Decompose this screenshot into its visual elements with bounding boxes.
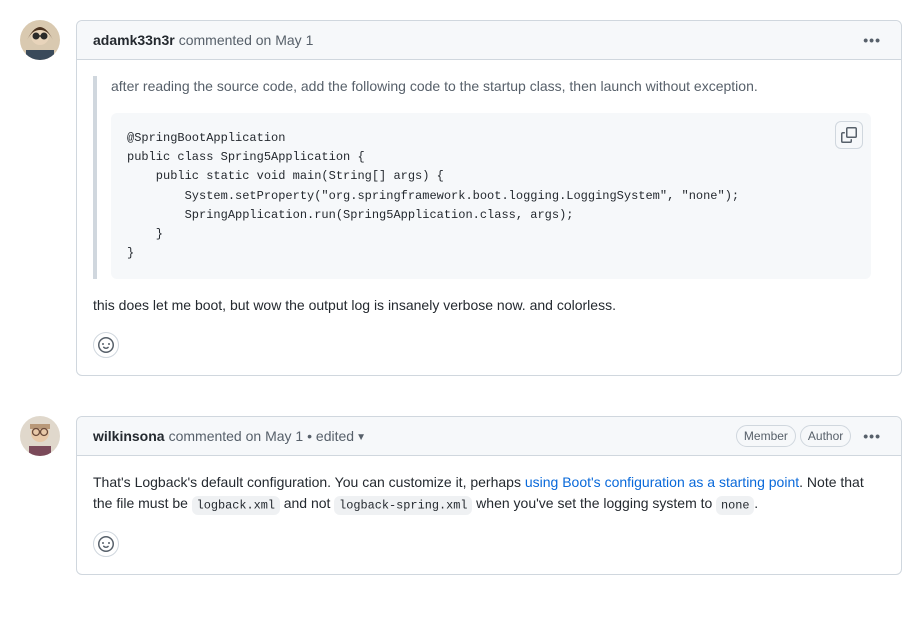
comment-body: That's Logback's default configuration. … xyxy=(77,456,901,574)
config-link[interactable]: using Boot's configuration as a starting… xyxy=(525,474,799,490)
comment-box: wilkinsona commented on May 1 • edited▼ … xyxy=(76,416,902,575)
body-text: That's Logback's default configuration. … xyxy=(93,472,885,515)
edited-label[interactable]: edited xyxy=(316,428,354,444)
add-reaction-button[interactable] xyxy=(93,332,119,358)
comment-box: adamk33n3r commented on May 1 ••• after … xyxy=(76,20,902,376)
inline-code: logback.xml xyxy=(192,496,280,515)
timestamp-link[interactable]: on May 1 xyxy=(256,32,314,48)
code-content: @SpringBootApplication public class Spri… xyxy=(111,113,871,279)
copy-icon xyxy=(841,127,857,143)
comment-item: wilkinsona commented on May 1 • edited▼ … xyxy=(20,416,902,575)
comment-body: after reading the source code, add the f… xyxy=(77,60,901,375)
comment-actions-menu[interactable]: ••• xyxy=(859,423,885,449)
comment-header: wilkinsona commented on May 1 • edited▼ … xyxy=(77,417,901,456)
smiley-icon xyxy=(98,337,114,353)
username-link[interactable]: wilkinsona xyxy=(93,428,165,444)
quote-block: after reading the source code, add the f… xyxy=(93,76,885,279)
avatar[interactable] xyxy=(20,416,60,456)
comment-actions-menu[interactable]: ••• xyxy=(859,27,885,53)
chevron-down-icon[interactable]: ▼ xyxy=(356,432,366,443)
comment-header: adamk33n3r commented on May 1 ••• xyxy=(77,21,901,60)
comment-meta: commented on May 1 xyxy=(179,32,314,48)
username-link[interactable]: adamk33n3r xyxy=(93,32,175,48)
timestamp-link[interactable]: on May 1 xyxy=(246,428,304,444)
body-text: this does let me boot, but wow the outpu… xyxy=(93,295,885,316)
add-reaction-button[interactable] xyxy=(93,531,119,557)
quote-text: after reading the source code, add the f… xyxy=(111,76,871,97)
comment-meta: commented on May 1 • edited▼ xyxy=(169,428,366,444)
avatar[interactable] xyxy=(20,20,60,60)
reactions-bar xyxy=(93,332,885,359)
inline-code: none xyxy=(716,496,754,515)
author-badge: Author xyxy=(800,425,851,447)
copy-button[interactable] xyxy=(835,121,863,149)
inline-code: logback-spring.xml xyxy=(334,496,472,515)
smiley-icon xyxy=(98,536,114,552)
code-block: @SpringBootApplication public class Spri… xyxy=(111,113,871,279)
reactions-bar xyxy=(93,531,885,558)
member-badge: Member xyxy=(736,425,796,447)
comment-item: adamk33n3r commented on May 1 ••• after … xyxy=(20,20,902,376)
